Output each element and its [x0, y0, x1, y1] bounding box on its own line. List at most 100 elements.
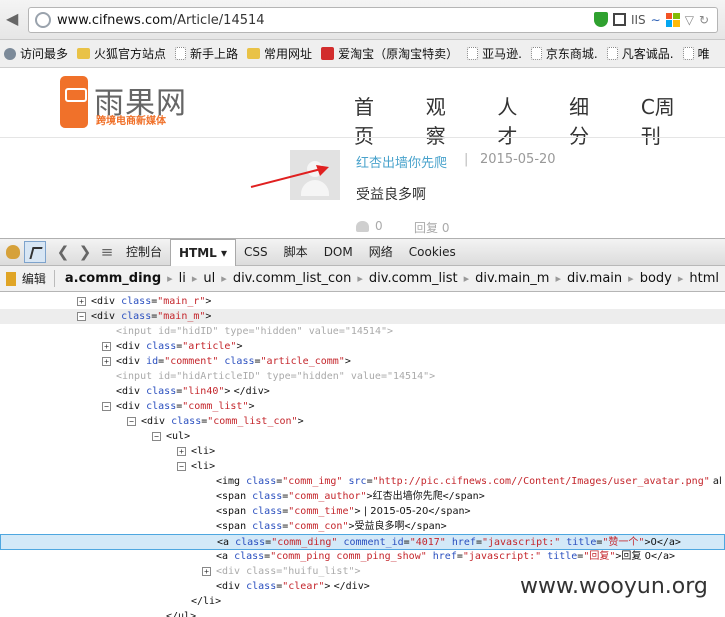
crumb-item[interactable]: a.comm_ding — [65, 271, 161, 286]
nav-item-talent[interactable]: 人才 — [497, 91, 533, 149]
tree-row-code: <a class="comm_ding" comment_id="4017" h… — [217, 537, 681, 548]
bookmark-item[interactable]: 访问最多 — [4, 45, 68, 62]
crumb-item[interactable]: li — [179, 271, 186, 286]
bookmark-item[interactable]: 京东商城. — [530, 45, 598, 62]
back-arrow-icon[interactable]: ◀ — [6, 9, 24, 29]
edit-mode-icon[interactable] — [6, 271, 16, 286]
tree-row[interactable]: − <div class="comm_list_con"> — [0, 414, 725, 429]
page-icon — [175, 47, 187, 60]
crumb-item[interactable]: div.comm_list_con — [233, 271, 352, 286]
crumb-item[interactable]: html — [689, 271, 719, 286]
tab-console[interactable]: 控制台 — [118, 239, 170, 265]
firebug-icon[interactable] — [6, 245, 20, 259]
nav-item-cweekly[interactable]: C周刊 — [641, 91, 689, 149]
tree-row[interactable]: <input id="hidID" type="hidden" value="1… — [0, 324, 725, 339]
tree-row[interactable]: − <ul> — [0, 429, 725, 444]
tab-dom[interactable]: DOM — [316, 239, 361, 265]
bookmark-item[interactable]: 常用网址 — [247, 45, 312, 62]
bookmark-item[interactable]: 爱淘宝（原淘宝特卖） — [321, 45, 458, 62]
reload-icon[interactable]: ↻ — [699, 13, 709, 27]
back-icon[interactable]: ❮ — [52, 243, 74, 261]
wave-icon[interactable]: ∼ — [651, 13, 661, 27]
collapse-icon[interactable]: − — [102, 402, 111, 411]
tree-row[interactable]: </ul> — [0, 609, 725, 617]
iis-label[interactable]: IIS — [631, 13, 646, 27]
crumb-item[interactable]: div.main_m — [475, 271, 549, 286]
nav-item-home[interactable]: 首页 — [354, 91, 390, 149]
expand-icon[interactable]: + — [102, 357, 111, 366]
shield-icon[interactable] — [593, 12, 608, 27]
page-icon — [682, 47, 694, 60]
logo-icon[interactable] — [60, 76, 88, 128]
tree-row[interactable]: + <div id="comment" class="article_comm"> — [0, 354, 725, 369]
tree-row[interactable]: <span class="comm_con">受益良多啊</span> — [0, 519, 725, 534]
tree-row[interactable]: + <div class="article"> — [0, 339, 725, 354]
tree-row[interactable]: <img class="comm_img" src="http://pic.ci… — [0, 474, 725, 489]
tree-row-code: <input id="hidArticleID" type="hidden" v… — [116, 371, 436, 382]
tree-row-selected[interactable]: <a class="comm_ding" comment_id="4017" h… — [0, 534, 725, 550]
tab-network[interactable]: 网络 — [361, 239, 401, 265]
bookmark-item[interactable]: 亚马逊. — [467, 45, 522, 62]
tab-html[interactable]: HTML ▾ — [170, 239, 237, 266]
expand-icon[interactable]: + — [177, 447, 186, 456]
bookmark-item[interactable]: 凡客诚品. — [606, 45, 674, 62]
tab-script[interactable]: 脚本 — [276, 239, 316, 265]
crumb-item[interactable]: div.main — [567, 271, 622, 286]
tab-css[interactable]: CSS — [236, 239, 276, 265]
page-icon — [606, 47, 618, 60]
tree-row-code: <input id="hidID" type="hidden" value="1… — [116, 326, 394, 337]
page-icon — [530, 47, 542, 60]
like-button[interactable]: 0 — [356, 219, 383, 233]
windows-icon[interactable] — [665, 12, 680, 27]
crumb-item[interactable]: div.comm_list — [369, 271, 458, 286]
tree-row[interactable]: + <li> — [0, 444, 725, 459]
bookmark-item[interactable]: 火狐官方站点 — [77, 45, 166, 62]
comment-author[interactable]: 红杏出墙你先爬 — [356, 152, 447, 171]
tree-row[interactable]: <a class="comm_ping comm_ping_show" href… — [0, 549, 725, 564]
tree-row-code: <div class="comm_list"> — [116, 401, 255, 412]
tree-row[interactable]: <div class="lin40"> </div> — [0, 384, 725, 399]
collapse-icon[interactable]: − — [127, 417, 136, 426]
collapse-icon[interactable]: − — [77, 312, 86, 321]
heart-icon — [356, 220, 369, 232]
tree-row[interactable]: <input id="hidArticleID" type="hidden" v… — [0, 369, 725, 384]
collapse-icon[interactable]: − — [177, 462, 186, 471]
expand-icon[interactable]: + — [202, 567, 211, 576]
bookmark-item[interactable]: 新手上路 — [175, 45, 238, 62]
dropdown-arrow-icon[interactable]: ▽ — [685, 13, 694, 27]
tree-row[interactable]: <span class="comm_author">红杏出墙你先爬</span> — [0, 489, 725, 504]
tree-row[interactable]: + <div class="main_r"> — [0, 294, 725, 309]
comment-content: 受益良多啊 — [356, 187, 426, 203]
console-command-icon[interactable]: ≡ — [96, 243, 118, 261]
avatar — [290, 150, 340, 200]
tree-row[interactable]: − <div class="comm_list"> — [0, 399, 725, 414]
tree-row[interactable]: − <li> — [0, 459, 725, 474]
gear-icon — [4, 47, 16, 60]
expand-icon[interactable]: + — [102, 342, 111, 351]
reply-button[interactable]: 回复 0 — [414, 219, 449, 236]
bookmark-item[interactable]: 唯 — [682, 45, 710, 62]
tree-row[interactable]: <span class="comm_time"> | 2015-05-20</s… — [0, 504, 725, 519]
tree-row-code: </li> — [191, 596, 222, 607]
edit-button[interactable]: 编辑 — [22, 270, 55, 287]
expand-icon[interactable]: + — [77, 297, 86, 306]
nav-item-segment[interactable]: 细分 — [569, 91, 605, 149]
tree-row-code: <div class="main_m"> — [91, 311, 212, 322]
crumb-item[interactable]: body — [640, 271, 672, 286]
qr-code-icon[interactable] — [612, 13, 626, 26]
crumb-item[interactable]: ul — [203, 271, 215, 286]
tree-row-code: <span class="comm_con">受益良多啊</span> — [216, 521, 447, 532]
url-input[interactable]: www.cifnews.com/Article/14514 IIS ∼ ▽ ↻ — [28, 7, 718, 33]
tree-row[interactable]: − <div class="main_m"> — [0, 309, 725, 324]
crumb-separator-icon: ▸ — [167, 272, 173, 285]
tree-row-code: <ul> — [166, 431, 191, 442]
nav-item-observe[interactable]: 观察 — [426, 91, 462, 149]
tab-cookies[interactable]: Cookies — [401, 239, 464, 265]
header-divider — [0, 137, 725, 138]
folder-icon — [77, 48, 91, 59]
inspect-element-button[interactable] — [24, 241, 46, 263]
collapse-icon[interactable]: − — [152, 432, 161, 441]
bookmarks-bar: 访问最多 火狐官方站点 新手上路 常用网址 爱淘宝（原淘宝特卖） 亚马逊. 京东… — [0, 40, 725, 68]
forward-icon[interactable]: ❯ — [74, 243, 96, 261]
tree-row-code: <div id="comment" class="article_comm"> — [116, 356, 351, 367]
